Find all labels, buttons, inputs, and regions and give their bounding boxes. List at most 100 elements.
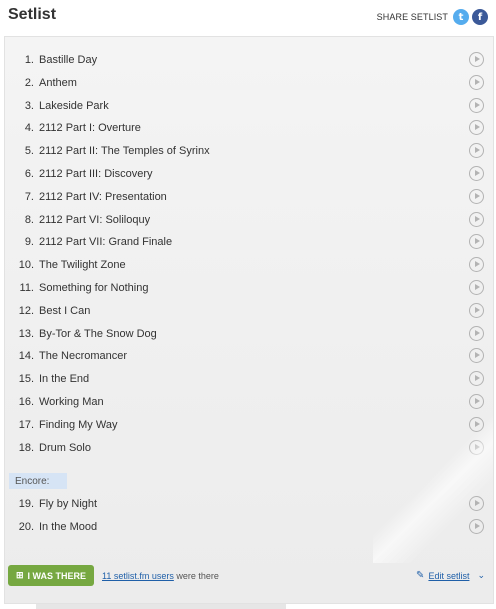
song-number: 4.	[24, 122, 34, 135]
song-title[interactable]: Working Man	[39, 396, 104, 408]
song-number: 14.	[18, 350, 34, 363]
song-row[interactable]: 19. Fly by Night	[5, 493, 495, 515]
song-number: 1.	[24, 54, 34, 66]
song-row[interactable]: 6. 2112 Part III: Discovery	[5, 163, 495, 185]
song-title[interactable]: 2112 Part I: Overture	[39, 122, 141, 134]
song-number: 16.	[18, 396, 34, 408]
song-row[interactable]: 13. By-Tor & The Snow Dog	[5, 323, 495, 345]
play-icon[interactable]	[469, 394, 484, 409]
attendees-suffix: were there	[173, 571, 219, 581]
play-icon[interactable]	[469, 348, 484, 364]
attendees-link[interactable]: 11 setlist.fm users	[102, 571, 174, 581]
song-row[interactable]: 11. Something for Nothing	[5, 277, 495, 299]
play-icon[interactable]	[469, 371, 484, 387]
song-row[interactable]: 3. Lakeside Park	[5, 95, 495, 117]
song-title[interactable]: The Twilight Zone	[39, 259, 126, 271]
song-title[interactable]: Finding My Way	[39, 419, 117, 431]
song-row[interactable]: 15. In the End	[5, 368, 495, 390]
play-icon[interactable]	[469, 325, 484, 341]
song-number: 5.	[24, 145, 34, 158]
song-row[interactable]: 9. 2112 Part VII: Grand Finale	[5, 231, 495, 253]
song-row[interactable]: 7. 2112 Part IV: Presentation	[5, 186, 495, 208]
play-icon[interactable]	[469, 211, 484, 227]
play-icon[interactable]	[469, 120, 484, 136]
edit-setlist-label: Edit setlist	[428, 570, 470, 581]
song-title[interactable]: 2112 Part II: The Temples of Syrinx	[39, 145, 210, 157]
play-icon[interactable]	[469, 439, 484, 455]
song-number: 12.	[18, 304, 34, 317]
song-title[interactable]: 2112 Part III: Discovery	[39, 168, 153, 180]
attendees-text: 11 setlist.fm users were there	[102, 571, 219, 581]
song-row[interactable]: 14. The Necromancer	[5, 345, 495, 367]
play-icon[interactable]	[469, 518, 484, 534]
share-label: SHARE SETLIST	[376, 12, 448, 22]
twitter-glyph: t	[458, 11, 464, 23]
check-icon: ⊞	[15, 570, 24, 580]
song-number: 3.	[24, 99, 34, 112]
song-row[interactable]: 20. In the Mood	[5, 516, 495, 538]
song-number: 18.	[18, 441, 34, 454]
song-row[interactable]: 18. Drum Solo	[5, 437, 495, 459]
i-was-there-button[interactable]: ⊞ I WAS THERE	[8, 565, 94, 586]
song-number: 6.	[24, 168, 34, 180]
song-title[interactable]: Lakeside Park	[39, 100, 109, 112]
song-row[interactable]: 2. Anthem	[5, 72, 495, 94]
song-number: 9.	[24, 236, 34, 249]
song-number: 10.	[18, 259, 34, 272]
song-title[interactable]: Best I Can	[39, 305, 90, 317]
setlist-footer: ⊞ I WAS THERE 11 setlist.fm users were t…	[5, 563, 495, 589]
play-icon[interactable]	[469, 257, 484, 273]
play-icon[interactable]	[469, 166, 484, 181]
i-was-there-label: I WAS THERE	[27, 570, 87, 581]
song-number: 15.	[18, 373, 34, 386]
chevron-down-icon[interactable]: ⌄	[477, 570, 485, 581]
setlist-panel: Encore: ⊞ I WAS THERE 11 setlist.fm user…	[4, 36, 494, 604]
song-number: 2.	[24, 76, 34, 89]
play-icon[interactable]	[469, 52, 484, 67]
song-row[interactable]: 10. The Twilight Zone	[5, 254, 495, 276]
song-number: 7.	[24, 190, 34, 203]
song-title[interactable]: In the End	[39, 373, 89, 385]
facebook-icon[interactable]: f	[472, 9, 488, 25]
song-row[interactable]: 17. Finding My Way	[5, 414, 495, 436]
song-row[interactable]: 5. 2112 Part II: The Temples of Syrinx	[5, 140, 495, 162]
play-icon[interactable]	[469, 143, 484, 159]
song-row[interactable]: 8. 2112 Part VI: Soliloquy	[5, 209, 495, 231]
setlist-header: Setlist SHARE SETLIST t f	[0, 0, 496, 36]
song-row[interactable]: 16. Working Man	[5, 391, 495, 413]
song-title[interactable]: Anthem	[39, 77, 77, 89]
bottom-divider	[36, 604, 286, 609]
song-title[interactable]: Bastille Day	[39, 54, 97, 66]
edit-setlist-link[interactable]: ✎ Edit setlist ⌄	[416, 570, 485, 581]
facebook-glyph: f	[477, 11, 483, 23]
pencil-icon: ✎	[416, 570, 425, 581]
play-icon[interactable]	[469, 234, 484, 250]
song-number: 13.	[18, 327, 34, 340]
play-icon[interactable]	[469, 97, 484, 113]
song-title[interactable]: In the Mood	[39, 521, 97, 533]
song-number: 17.	[18, 418, 34, 431]
song-title[interactable]: Something for Nothing	[39, 282, 148, 294]
song-title[interactable]: Drum Solo	[39, 442, 91, 454]
song-title[interactable]: 2112 Part VI: Soliloquy	[39, 214, 150, 226]
song-number: 19.	[18, 498, 34, 510]
song-title[interactable]: 2112 Part VII: Grand Finale	[39, 236, 172, 248]
page-title: Setlist	[8, 6, 57, 23]
song-title[interactable]: Fly by Night	[39, 498, 97, 510]
song-title[interactable]: By-Tor & The Snow Dog	[39, 328, 157, 340]
song-row[interactable]: 12. Best I Can	[5, 300, 495, 322]
play-icon[interactable]	[469, 188, 484, 204]
song-row[interactable]: 1. Bastille Day	[5, 49, 495, 71]
song-number: 11.	[19, 282, 34, 294]
play-icon[interactable]	[469, 416, 484, 432]
twitter-icon[interactable]: t	[453, 9, 469, 25]
play-icon[interactable]	[469, 74, 484, 90]
song-row[interactable]: 4. 2112 Part I: Overture	[5, 117, 495, 139]
song-number: 8.	[24, 213, 34, 226]
play-icon[interactable]	[469, 496, 484, 511]
encore-label: Encore:	[9, 473, 67, 489]
song-title[interactable]: The Necromancer	[39, 350, 127, 362]
play-icon[interactable]	[469, 280, 484, 295]
song-title[interactable]: 2112 Part IV: Presentation	[39, 191, 167, 203]
play-icon[interactable]	[469, 302, 484, 318]
